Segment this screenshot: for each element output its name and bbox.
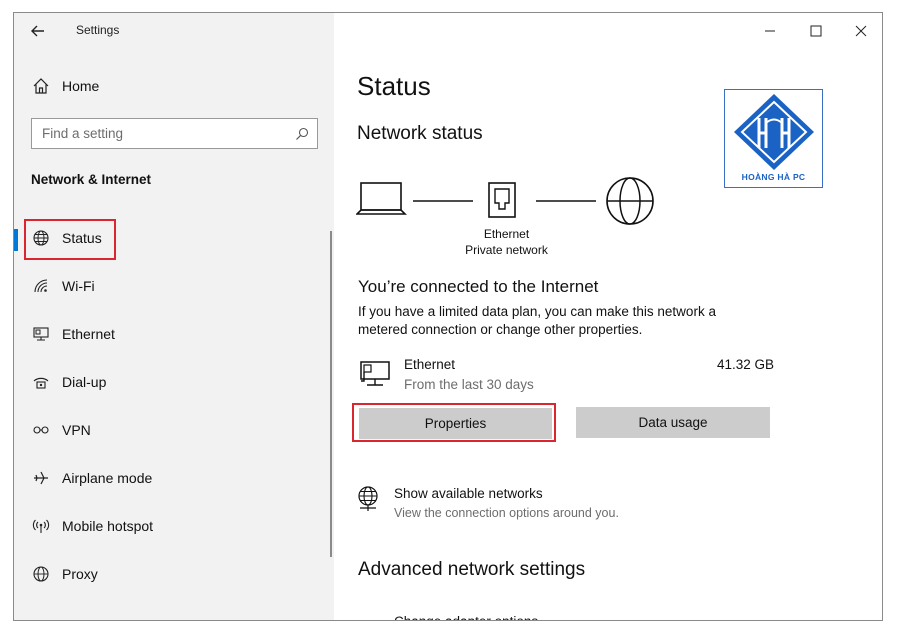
globe-network-icon (358, 486, 378, 511)
connected-heading: You’re connected to the Internet (358, 277, 599, 296)
description-line-1: If you have a limited data plan, you can… (358, 304, 716, 319)
wifi-icon (34, 279, 48, 293)
brand-logo: HOÀNG HÀ PC (724, 89, 823, 188)
sidebar-item-label: Dial-up (62, 374, 107, 390)
search-placeholder: Find a setting (42, 126, 124, 141)
sidebar-item-ethernet[interactable]: Ethernet (14, 315, 334, 355)
minimize-icon[interactable] (760, 21, 780, 41)
change-adapter-options-link[interactable]: Change adapter options (354, 613, 654, 620)
sidebar-item-status[interactable]: Status (14, 219, 334, 259)
page-title: Status (357, 71, 431, 101)
vpn-icon (33, 426, 49, 434)
settings-window: Settings Home Find a setting Network & I… (13, 12, 883, 621)
sidebar-item-label: Mobile hotspot (62, 518, 154, 534)
network-type: Private network (465, 243, 548, 257)
advanced-heading: Advanced network settings (358, 559, 586, 580)
adapter-name: Ethernet (483, 227, 530, 241)
sidebar-item-label: VPN (62, 422, 91, 438)
data-usage-button[interactable]: Data usage (576, 407, 770, 438)
properties-button[interactable]: Properties (359, 408, 552, 439)
internet-globe-icon (606, 177, 654, 225)
back-arrow-icon[interactable] (28, 21, 48, 41)
sidebar: Settings Home Find a setting Network & I… (14, 13, 334, 620)
ethernet-port-icon (488, 182, 516, 218)
data-usage-amount: 41.32 GB (717, 357, 775, 372)
change-adapter-options-label: Change adapter options (394, 613, 538, 620)
close-icon[interactable] (851, 21, 871, 41)
connection-name: Ethernet (404, 357, 456, 372)
brand-logo-text: HOÀNG HÀ PC (741, 172, 806, 182)
home-icon (33, 78, 49, 94)
airplane-icon (34, 471, 48, 485)
maximize-icon[interactable] (806, 21, 826, 41)
ethernet-connection-icon (360, 361, 390, 386)
sidebar-item-label: Airplane mode (62, 470, 153, 486)
description-line-2: metered connection or change other prope… (358, 322, 643, 337)
sidebar-item-airplane-mode[interactable]: Airplane mode (14, 459, 334, 499)
connection-subtitle: From the last 30 days (404, 377, 534, 392)
show-networks-title: Show available networks (394, 486, 543, 501)
globe-icon (33, 566, 49, 582)
brand-logo-icon (734, 94, 814, 170)
network-status-heading: Network status (357, 123, 483, 144)
hotspot-icon (32, 519, 50, 533)
show-networks-link[interactable]: Show available networks View the connect… (354, 483, 674, 525)
sidebar-item-label: Home (62, 78, 100, 94)
sidebar-item-proxy[interactable]: Proxy (14, 555, 334, 595)
sidebar-scrollbar[interactable] (330, 231, 332, 557)
show-networks-subtitle: View the connection options around you. (394, 506, 619, 520)
sidebar-item-dialup[interactable]: Dial-up (14, 363, 334, 403)
sidebar-item-label: Ethernet (62, 326, 115, 342)
sidebar-item-mobile-hotspot[interactable]: Mobile hotspot (14, 507, 334, 547)
app-title: Settings (76, 23, 120, 37)
sidebar-item-label: Proxy (62, 566, 98, 582)
search-icon[interactable] (295, 127, 309, 141)
dialup-icon (33, 377, 49, 389)
sidebar-item-vpn[interactable]: VPN (14, 411, 334, 451)
search-input[interactable]: Find a setting (31, 118, 318, 149)
sidebar-item-label: Wi-Fi (62, 278, 95, 294)
network-diagram (356, 177, 654, 225)
globe-icon (33, 230, 49, 246)
sidebar-item-home[interactable]: Home (14, 67, 334, 107)
laptop-icon (356, 182, 407, 215)
ethernet-icon (33, 327, 49, 341)
section-heading: Network & Internet (31, 172, 152, 187)
sidebar-item-label: Status (62, 230, 102, 246)
sidebar-item-wifi[interactable]: Wi-Fi (14, 267, 334, 307)
